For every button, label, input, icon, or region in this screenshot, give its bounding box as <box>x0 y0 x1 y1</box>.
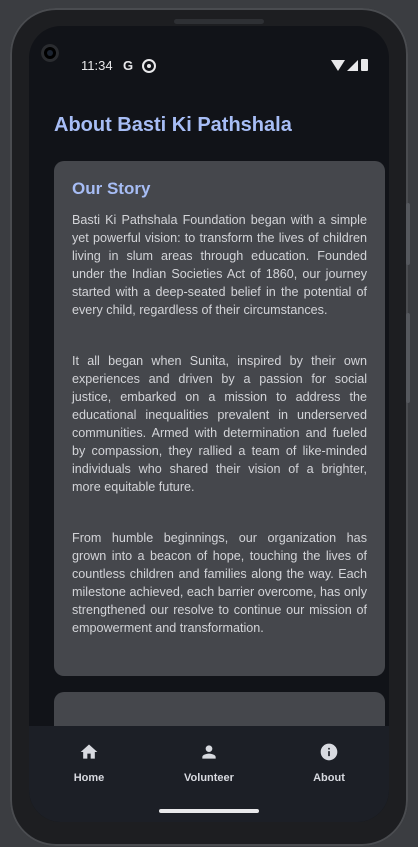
home-icon <box>80 744 98 759</box>
battery-icon <box>361 59 368 71</box>
notification-icon <box>142 59 156 73</box>
page-title: About Basti Ki Pathshala <box>54 114 292 136</box>
front-camera <box>41 44 59 62</box>
our-story-card: Our Story Basti Ki Pathshala Foundation … <box>54 161 385 676</box>
story-paragraph-2: It all began when Sunita, inspired by th… <box>72 354 367 494</box>
status-bar: 11:34 G <box>29 26 389 73</box>
story-paragraph-1: Basti Ki Pathshala Foundation began with… <box>72 213 367 317</box>
volume-button <box>406 313 410 403</box>
wifi-icon <box>331 60 345 71</box>
nav-item-home[interactable]: Home <box>29 726 149 796</box>
google-icon: G <box>123 58 134 73</box>
card-title: Our Story <box>72 179 151 198</box>
person-icon <box>202 745 216 759</box>
gesture-home-bar[interactable] <box>159 809 259 813</box>
power-button <box>406 203 410 265</box>
signal-icon <box>347 60 358 71</box>
story-paragraph-3: From humble beginnings, our organization… <box>72 531 367 635</box>
screen: 11:34 G About Basti Ki Pathshala Our Sto… <box>29 26 389 822</box>
nav-label-home: Home <box>73 772 105 784</box>
status-time: 11:34 <box>81 58 113 73</box>
phone-frame: 11:34 G About Basti Ki Pathshala Our Sto… <box>10 8 410 846</box>
nav-label-about: About <box>313 772 345 784</box>
info-icon <box>320 743 338 761</box>
nav-label-volunteer: Volunteer <box>184 772 234 784</box>
nav-item-about[interactable]: About <box>269 726 389 796</box>
bottom-navigation: Home Volunteer About <box>29 726 389 822</box>
speaker-grille <box>174 19 264 24</box>
nav-item-volunteer[interactable]: Volunteer <box>149 726 269 796</box>
